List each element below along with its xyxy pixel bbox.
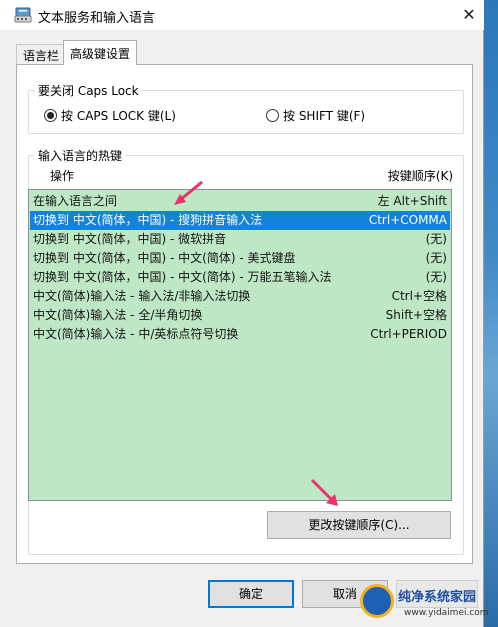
action-column-header: 操作	[50, 169, 75, 183]
hotkey-action: 中文(简体)输入法 - 中/英标点符号切换	[33, 327, 239, 341]
hotkey-key: (无)	[425, 251, 447, 265]
window-title: 文本服务和输入语言	[38, 11, 156, 26]
hotkey-key: 左 Alt+Shift	[377, 194, 447, 208]
list-item-selected[interactable]: 切换到 中文(简体，中国) - 搜狗拼音输入法 Ctrl+COMMA	[30, 211, 450, 230]
hotkey-action: 中文(简体)输入法 - 全/半角切换	[33, 308, 203, 322]
caps-lock-group-title: 要关闭 Caps Lock	[35, 82, 142, 99]
list-item[interactable]: 中文(简体)输入法 - 中/英标点符号切换 Ctrl+PERIOD	[30, 325, 450, 344]
text-services-icon	[14, 7, 32, 23]
hotkey-action: 切换到 中文(简体，中国) - 微软拼音	[33, 232, 227, 246]
hotkey-key: Ctrl+PERIOD	[370, 327, 447, 341]
caps-lock-key-label: 按 CAPS LOCK 键(L)	[61, 109, 176, 123]
list-item[interactable]: 在输入语言之间 左 Alt+Shift	[30, 192, 450, 211]
hotkey-action: 中文(简体)输入法 - 输入法/非输入法切换	[33, 289, 251, 303]
hotkey-action: 切换到 中文(简体，中国) - 中文(简体) - 美式键盘	[33, 251, 296, 265]
watermark-logo-icon	[360, 584, 394, 618]
list-item[interactable]: 切换到 中文(简体，中国) - 中文(简体) - 万能五笔输入法 (无)	[30, 268, 450, 287]
hotkey-key: Ctrl+COMMA	[368, 213, 447, 227]
key-sequence-column-header: 按键顺序(K)	[387, 169, 453, 183]
site-watermark: 纯净系统家园 www.yidaimei.com	[358, 578, 498, 627]
shift-key-radio[interactable]: 按 SHIFT 键(F)	[266, 107, 365, 124]
tab-language-bar[interactable]: 语言栏	[16, 44, 67, 64]
hotkey-key: Shift+空格	[385, 308, 447, 322]
close-button[interactable]: ✕	[458, 4, 480, 26]
hotkeys-group-title: 输入语言的热键	[35, 147, 126, 164]
list-item[interactable]: 切换到 中文(简体，中国) - 微软拼音 (无)	[30, 230, 450, 249]
hotkey-action: 切换到 中文(简体，中国) - 中文(简体) - 万能五笔输入法	[33, 270, 332, 284]
list-item[interactable]: 切换到 中文(简体，中国) - 中文(简体) - 美式键盘 (无)	[30, 249, 450, 268]
tab-advanced-key-settings[interactable]: 高级键设置	[63, 40, 138, 65]
hotkey-key: (无)	[425, 232, 447, 246]
list-item[interactable]: 中文(简体)输入法 - 全/半角切换 Shift+空格	[30, 306, 450, 325]
caps-lock-group: 要关闭 Caps Lock 按 CAPS LOCK 键(L) 按 SHIFT 键…	[28, 82, 464, 134]
radio-unchecked-icon	[266, 109, 279, 122]
shift-key-label: 按 SHIFT 键(F)	[283, 109, 366, 123]
watermark-url: www.yidaimei.com	[404, 608, 489, 618]
title-bar: 文本服务和输入语言 ✕	[0, 0, 484, 30]
close-icon: ✕	[462, 5, 476, 24]
watermark-name: 纯净系统家园	[398, 590, 477, 605]
dialog-window: 文本服务和输入语言 ✕ 语言栏 高级键设置 要关闭 Caps Lock 按 CA…	[0, 0, 484, 627]
hotkey-action: 在输入语言之间	[33, 194, 118, 208]
caps-lock-key-radio[interactable]: 按 CAPS LOCK 键(L)	[44, 107, 176, 124]
change-key-sequence-button[interactable]: 更改按键顺序(C)...	[267, 511, 451, 539]
ok-button[interactable]: 确定	[208, 580, 294, 608]
hotkey-key: (无)	[425, 270, 447, 284]
list-item[interactable]: 中文(简体)输入法 - 输入法/非输入法切换 Ctrl+空格	[30, 287, 450, 306]
hotkey-list[interactable]: 在输入语言之间 左 Alt+Shift 切换到 中文(简体，中国) - 搜狗拼音…	[28, 189, 452, 501]
radio-checked-icon	[44, 109, 57, 122]
hotkey-action: 切换到 中文(简体，中国) - 搜狗拼音输入法	[33, 213, 263, 227]
hotkey-key: Ctrl+空格	[391, 289, 447, 303]
